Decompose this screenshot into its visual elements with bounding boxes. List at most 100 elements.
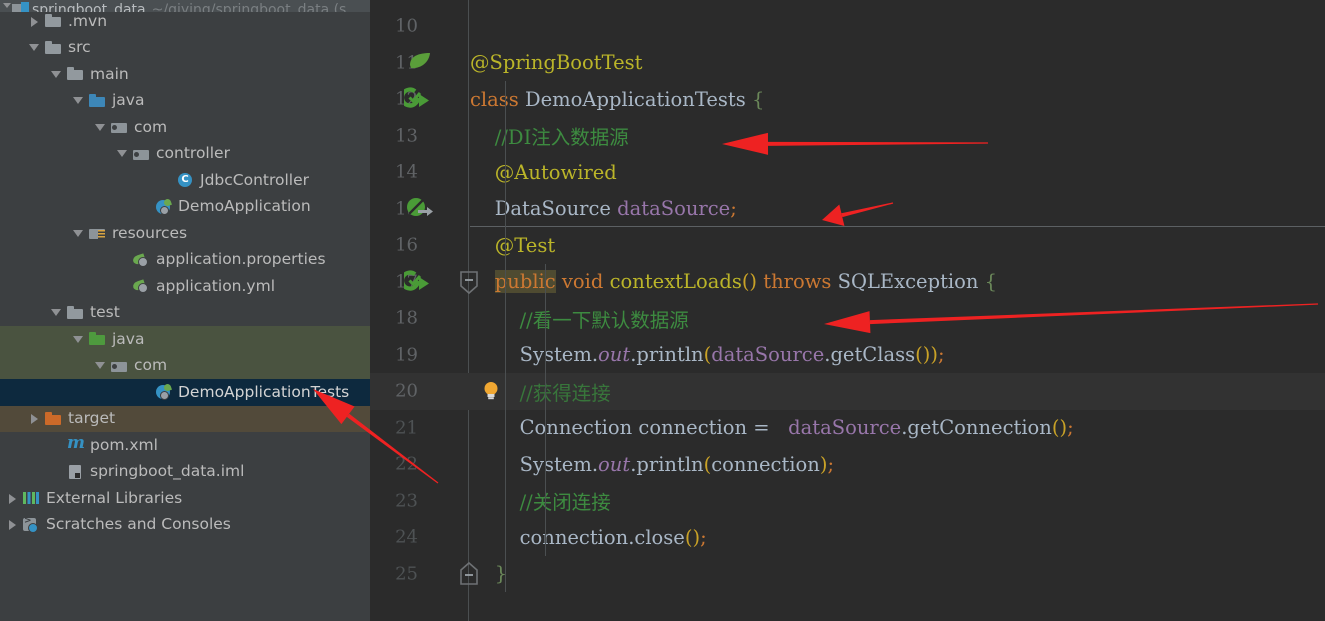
code-line-13[interactable]: 13 //DI注入数据源	[370, 118, 1325, 155]
fold-collapse-end-icon[interactable]	[457, 560, 479, 586]
line-gutter[interactable]: 18	[370, 300, 470, 337]
line-gutter[interactable]: 11	[370, 45, 470, 82]
line-gutter[interactable]: 16	[370, 227, 470, 264]
line-gutter[interactable]: 14	[370, 154, 470, 191]
line-gutter[interactable]: 12	[370, 81, 470, 118]
code-line-18[interactable]: 18 //看一下默认数据源	[370, 300, 1325, 337]
code-line-text[interactable]: }	[470, 556, 1325, 593]
code-line-text[interactable]: Connection connection = dataSource .getCo…	[470, 410, 1325, 447]
line-gutter[interactable]: 22	[370, 446, 470, 483]
line-gutter[interactable]: 21	[370, 410, 470, 447]
tree-item-pom-xml[interactable]: pom.xml	[0, 432, 370, 459]
chevron-down-icon[interactable]	[72, 333, 85, 346]
fold-collapse-start-icon[interactable]	[457, 268, 479, 294]
chevron-right-icon[interactable]	[28, 412, 41, 425]
chevron-down-icon[interactable]	[72, 94, 85, 107]
run-test-class-icon[interactable]	[399, 85, 436, 115]
chevron-down-icon[interactable]	[50, 68, 63, 81]
code-line-23[interactable]: 23 //关闭连接	[370, 483, 1325, 520]
tree-item-application-properties[interactable]: application.properties	[0, 247, 370, 274]
tree-item-main[interactable]: main	[0, 61, 370, 88]
code-editor[interactable]: 10 11 @SpringBootTest 12 class DemoApplicat…	[370, 0, 1325, 621]
code-line-text[interactable]: @Autowired	[470, 154, 1325, 191]
code-line-text[interactable]	[470, 8, 1325, 45]
code-line-text[interactable]: public void contextLoads() throws SQLExc…	[470, 264, 1325, 301]
tree-item-demoapplication[interactable]: DemoApplication	[0, 194, 370, 221]
code-line-14[interactable]: 14 @Autowired	[370, 154, 1325, 191]
run-test-method-icon[interactable]	[399, 268, 436, 298]
code-token: dataSource	[775, 416, 902, 440]
code-line-text[interactable]: //DI注入数据源	[470, 118, 1325, 155]
code-line-text[interactable]: connection.close();	[470, 519, 1325, 556]
tree-item-com[interactable]: com	[0, 114, 370, 141]
spring-leaf-icon[interactable]	[408, 51, 434, 77]
tree-item-application-yml[interactable]: application.yml	[0, 273, 370, 300]
code-line-12[interactable]: 12 class DemoApplicationTests {	[370, 81, 1325, 118]
code-line-19[interactable]: 19 System. out .println(dataSource .getClas…	[370, 337, 1325, 374]
tree-item--mvn[interactable]: .mvn	[0, 8, 370, 35]
code-line-text[interactable]: System. out .println(connection);	[470, 446, 1325, 483]
code-token: {	[751, 87, 765, 111]
line-gutter[interactable]: 15	[370, 191, 470, 228]
tree-item-java[interactable]: java	[0, 326, 370, 353]
code-line-text[interactable]: //关闭连接	[470, 483, 1325, 520]
code-line-text[interactable]: //获得连接	[470, 373, 1325, 410]
tree-item-src[interactable]: src	[0, 35, 370, 62]
line-gutter[interactable]: 20	[370, 373, 498, 410]
code-line-25[interactable]: 25 }	[370, 556, 1325, 593]
code-line-16[interactable]: 16 @Test	[370, 227, 1325, 264]
line-gutter[interactable]: 25	[370, 556, 478, 593]
folder-icon	[67, 305, 85, 321]
code-line-text[interactable]: DataSource dataSource;	[470, 191, 1325, 228]
project-tree[interactable]: .mvn src main java com controller JdbcControll…	[0, 8, 370, 538]
chevron-down-icon[interactable]	[116, 147, 129, 160]
chevron-right-icon[interactable]	[6, 492, 19, 505]
chevron-down-icon[interactable]	[72, 227, 85, 240]
line-gutter[interactable]: 19	[370, 337, 470, 374]
chevron-down-icon[interactable]	[50, 306, 63, 319]
code-line-17[interactable]: 17 public void contextLoads() throws SQL…	[370, 264, 1325, 301]
tree-item-scratches-and-consoles[interactable]: Scratches and Consoles	[0, 512, 370, 539]
tree-item-resources[interactable]: resources	[0, 220, 370, 247]
tree-item-label: application.properties	[156, 250, 326, 268]
code-token: .getConnection	[901, 416, 1052, 440]
tree-item-java[interactable]: java	[0, 88, 370, 115]
tree-item-test[interactable]: test	[0, 300, 370, 327]
code-line-text[interactable]: @Test	[470, 227, 1325, 264]
tree-item-com[interactable]: com	[0, 352, 370, 379]
code-line-20[interactable]: 20 //获得连接	[370, 373, 1325, 410]
project-tool-window[interactable]: springboot_data ~/qiying/springboot_data…	[0, 0, 370, 621]
line-gutter[interactable]: 13	[370, 118, 470, 155]
tree-item-controller[interactable]: controller	[0, 141, 370, 168]
code-line-15[interactable]: 15 DataSource dataSource;	[370, 191, 1325, 228]
line-gutter[interactable]: 24	[370, 519, 470, 556]
chevron-right-icon[interactable]	[28, 15, 41, 28]
code-line-10[interactable]: 10	[370, 8, 1325, 45]
code-line-text[interactable]: //看一下默认数据源	[470, 300, 1325, 337]
code-line-text[interactable]: System. out .println(dataSource .getClass()…	[470, 337, 1325, 374]
line-gutter[interactable]: 17	[370, 264, 478, 301]
chevron-right-icon[interactable]	[6, 518, 19, 531]
tree-item-springboot-data-iml[interactable]: springboot_data.iml	[0, 459, 370, 486]
line-gutter[interactable]: 10	[370, 8, 470, 45]
tree-item-jdbccontroller[interactable]: JdbcController	[0, 167, 370, 194]
chevron-down-icon[interactable]	[28, 41, 41, 54]
code-line-text[interactable]: @SpringBootTest	[470, 45, 1325, 82]
tree-item-label: java	[112, 329, 145, 348]
tree-item-demoapplicationtests[interactable]: DemoApplicationTests	[0, 379, 370, 406]
code-line-21[interactable]: 21 Connection connection = dataSource .ge…	[370, 410, 1325, 447]
tree-item-external-libraries[interactable]: External Libraries	[0, 485, 370, 512]
code-line-11[interactable]: 11 @SpringBootTest	[370, 45, 1325, 82]
code-line-text[interactable]: class DemoApplicationTests {	[470, 81, 1325, 118]
code-line-22[interactable]: 22 System. out .println(connection);	[370, 446, 1325, 483]
intention-bulb-icon[interactable]	[482, 380, 500, 406]
chevron-down-icon[interactable]	[94, 121, 107, 134]
bean-injection-icon[interactable]	[404, 195, 436, 225]
code-line-24[interactable]: 24 connection.close();	[370, 519, 1325, 556]
line-number: 16	[395, 234, 418, 256]
chevron-down-icon[interactable]	[94, 359, 107, 372]
code-token: .getClass	[824, 343, 916, 367]
tree-item-target[interactable]: target	[0, 405, 370, 432]
line-gutter[interactable]: 23	[370, 483, 470, 520]
